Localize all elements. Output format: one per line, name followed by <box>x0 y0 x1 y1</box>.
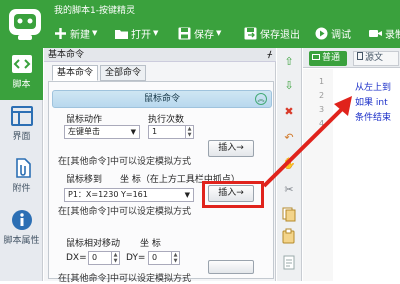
annotation-arrow-icon <box>262 96 352 188</box>
